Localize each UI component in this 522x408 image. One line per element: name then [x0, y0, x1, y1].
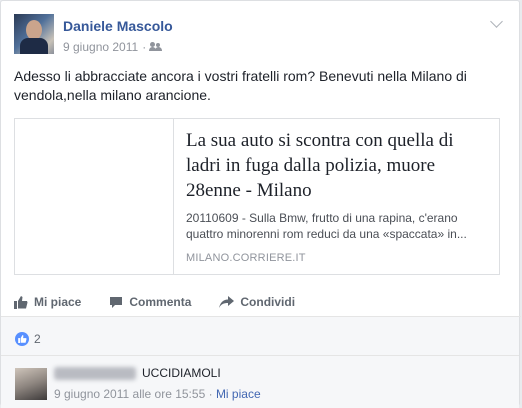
- author-avatar[interactable]: [14, 14, 54, 54]
- comment-meta: 9 giugno 2011 alle ore 15:55 · Mi piace: [54, 387, 261, 401]
- avatar-shirt: [20, 38, 48, 54]
- like-label: Mi piace: [34, 295, 82, 309]
- comment-button[interactable]: Commenta: [109, 295, 191, 309]
- meta-separator: ·: [142, 40, 147, 54]
- share-label: Condividi: [240, 295, 296, 309]
- link-title[interactable]: La sua auto si scontra con quella di lad…: [186, 128, 487, 203]
- reactions-bar: 2: [1, 317, 519, 355]
- comment-meta-separator: ·: [208, 387, 213, 401]
- like-reaction-icon[interactable]: [15, 332, 29, 346]
- comment-text: UCCIDIAMOLI: [142, 366, 221, 380]
- like-button[interactable]: Mi piace: [14, 295, 81, 309]
- avatar-face: [26, 20, 42, 40]
- comment-timestamp[interactable]: 9 giugno 2011 alle ore 15:55: [54, 387, 205, 401]
- link-preview[interactable]: La sua auto si scontra con quella di lad…: [14, 118, 500, 275]
- link-description: 20110609 - Sulla Bmw, frutto di una rapi…: [186, 211, 467, 241]
- share-arrow-icon: [219, 296, 235, 308]
- link-domain: MILANO.CORRIERE.IT: [186, 252, 306, 264]
- author-name[interactable]: Daniele Mascolo: [63, 18, 173, 34]
- link-thumbnail[interactable]: [15, 119, 174, 274]
- comment-like-link[interactable]: Mi piace: [216, 387, 261, 401]
- comment: UCCIDIAMOLI 9 giugno 2011 alle ore 15:55…: [1, 355, 519, 408]
- chevron-down-icon[interactable]: [490, 15, 503, 28]
- reaction-count[interactable]: 2: [34, 332, 41, 346]
- comment-label: Commenta: [129, 295, 192, 309]
- share-button[interactable]: Condividi: [219, 295, 295, 309]
- post-meta: 9 giugno 2011 ·: [63, 40, 163, 54]
- commenter-avatar[interactable]: [15, 368, 47, 400]
- thumbs-up-icon: [14, 295, 28, 309]
- friends-icon[interactable]: [149, 42, 163, 52]
- commenter-name-redacted[interactable]: [54, 367, 136, 380]
- speech-bubble-icon: [110, 296, 123, 308]
- post-date[interactable]: 9 giugno 2011: [63, 40, 138, 54]
- action-bar: Mi piace Commenta Condividi: [14, 288, 508, 316]
- link-body[interactable]: La sua auto si scontra con quella di lad…: [174, 119, 499, 274]
- post-text: Adesso li abbracciate ancora i vostri fr…: [14, 68, 467, 103]
- post-card: Daniele Mascolo 9 giugno 2011 · Adesso l…: [0, 0, 521, 408]
